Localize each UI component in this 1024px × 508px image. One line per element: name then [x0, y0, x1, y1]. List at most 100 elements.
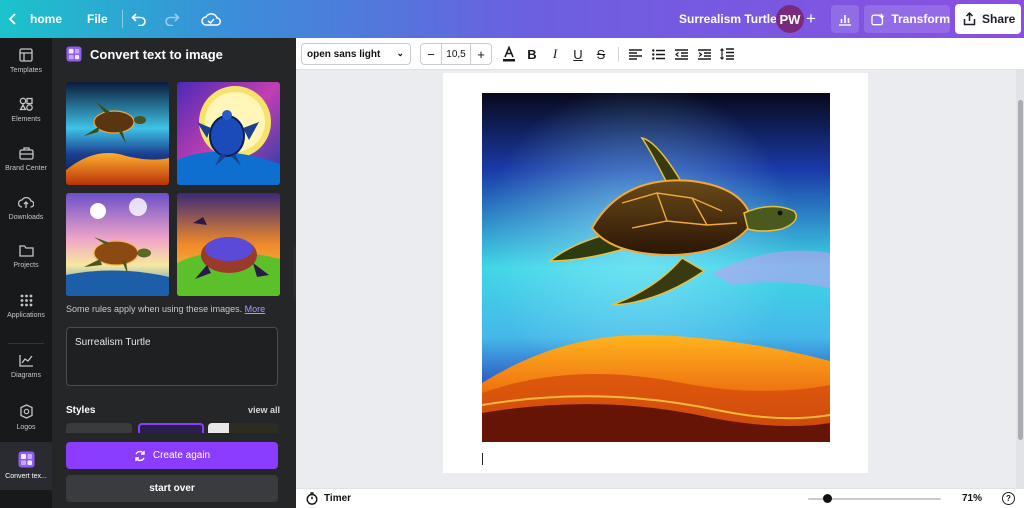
text-color-button[interactable]: [498, 43, 520, 65]
bullet-list-button[interactable]: [647, 43, 669, 65]
cloud-upload-icon: [18, 196, 34, 208]
turtle-artwork-image[interactable]: [482, 93, 830, 442]
font-family-select[interactable]: open sans light ⌄: [301, 43, 411, 65]
rail-item-brand-center[interactable]: Brand Center: [0, 146, 52, 172]
transform-label: Transform: [891, 12, 950, 26]
rail-divider: [8, 343, 44, 344]
cloud-save-status[interactable]: [201, 0, 221, 38]
style-option-3[interactable]: [208, 423, 278, 433]
panel-header: Convert text to image: [66, 46, 223, 62]
zoom-slider-handle[interactable]: [823, 494, 832, 503]
font-size-value[interactable]: 10,5: [441, 44, 471, 64]
folder-icon: [18, 245, 34, 257]
share-button[interactable]: Share: [955, 4, 1021, 34]
font-size-stepper[interactable]: − 10,5 +: [420, 43, 492, 65]
undo-button[interactable]: [131, 0, 147, 38]
scrollbar-thumb[interactable]: [1018, 100, 1023, 440]
bar-chart-icon: [839, 14, 851, 26]
style-option-2[interactable]: [138, 423, 204, 433]
rail-item-templates[interactable]: Templates: [0, 48, 52, 74]
generated-image-2[interactable]: [177, 82, 280, 185]
generated-image-4[interactable]: [177, 193, 280, 296]
usage-rules-more-link[interactable]: More: [245, 304, 266, 314]
font-size-decrease-button[interactable]: −: [421, 44, 441, 64]
prompt-input[interactable]: Surrealism Turtle: [66, 327, 278, 386]
generated-image-1[interactable]: [66, 82, 169, 185]
share-label: Share: [982, 12, 1016, 26]
vertical-scrollbar[interactable]: [1016, 70, 1024, 488]
redo-icon: [165, 13, 180, 26]
refresh-icon: [135, 450, 145, 461]
timer-button[interactable]: Timer: [306, 492, 351, 505]
text-to-image-icon: [66, 46, 82, 62]
generated-image-3[interactable]: [66, 193, 169, 296]
chevron-left-icon: [8, 13, 16, 25]
avatar[interactable]: PW: [776, 5, 804, 33]
font-size-increase-button[interactable]: +: [471, 44, 491, 64]
line-spacing-button[interactable]: [716, 43, 738, 65]
design-page[interactable]: [443, 73, 868, 473]
topbar-divider: [122, 10, 123, 28]
apps-grid-icon: [20, 294, 32, 307]
share-upload-icon: [963, 12, 976, 26]
rail-label: Downloads: [8, 214, 44, 221]
chart-line-icon: [18, 355, 33, 367]
help-button[interactable]: ?: [1002, 492, 1015, 505]
home-label: home: [30, 12, 63, 26]
italic-button[interactable]: I: [544, 43, 566, 65]
rail-item-convert-text[interactable]: Convert tex...: [0, 442, 52, 490]
rail-label: Applications: [7, 312, 45, 319]
align-left-button[interactable]: [624, 43, 646, 65]
rail-item-elements[interactable]: Elements: [0, 97, 52, 123]
underline-icon: U: [573, 46, 583, 62]
create-again-label: Create again: [152, 450, 211, 461]
outdent-button[interactable]: [670, 43, 692, 65]
style-option-1[interactable]: [66, 423, 132, 433]
magic-resize-icon: [871, 13, 885, 26]
redo-button[interactable]: [164, 0, 180, 38]
start-over-button[interactable]: start over: [66, 475, 278, 502]
design-title[interactable]: Surrealism Turtle: [679, 0, 777, 38]
styles-heading: Styles: [66, 405, 96, 416]
logo-badge-icon: [19, 404, 33, 419]
toolbar-divider: [618, 47, 619, 62]
home-button[interactable]: home: [8, 0, 62, 38]
rail-item-applications[interactable]: Applications: [0, 294, 52, 319]
bullet-list-icon: [651, 48, 665, 60]
left-rail: Templates Elements Brand Center Download…: [0, 38, 52, 508]
file-menu-button[interactable]: File: [87, 0, 108, 38]
rail-label: Brand Center: [5, 165, 47, 172]
line-spacing-icon: [720, 48, 734, 60]
rail-label: Diagrams: [11, 372, 41, 379]
rail-label: Elements: [11, 116, 41, 123]
rail-item-downloads[interactable]: Downloads: [0, 195, 52, 221]
styles-view-all-link[interactable]: view all: [248, 405, 280, 415]
bold-icon: B: [527, 46, 537, 62]
outdent-icon: [674, 48, 688, 60]
rail-label: Logos: [16, 424, 36, 431]
italic-icon: I: [552, 46, 558, 61]
indent-icon: [697, 48, 711, 60]
indent-button[interactable]: [693, 43, 715, 65]
add-collaborator-button[interactable]: +: [806, 0, 816, 38]
cloud-check-icon: [201, 13, 221, 26]
strikethrough-icon: S: [596, 46, 606, 62]
elements-icon: [19, 97, 33, 111]
text-color-icon: [503, 46, 515, 62]
rail-item-projects[interactable]: Projects: [0, 244, 52, 269]
zoom-level[interactable]: 71%: [962, 493, 982, 504]
templates-icon: [19, 48, 33, 62]
plus-icon: +: [806, 9, 816, 28]
bold-button[interactable]: B: [521, 43, 543, 65]
create-again-button[interactable]: Create again: [66, 442, 278, 469]
transform-button[interactable]: Transform: [864, 5, 950, 33]
timer-label: Timer: [324, 493, 352, 504]
rail-label: Templates: [10, 67, 42, 74]
rail-item-logos[interactable]: Logos: [0, 404, 52, 431]
align-left-icon: [628, 48, 642, 60]
rail-item-diagrams[interactable]: Diagrams: [0, 354, 52, 379]
underline-button[interactable]: U: [567, 43, 589, 65]
insights-button[interactable]: [831, 5, 859, 33]
undo-icon: [131, 13, 146, 26]
strikethrough-button[interactable]: S: [590, 43, 612, 65]
